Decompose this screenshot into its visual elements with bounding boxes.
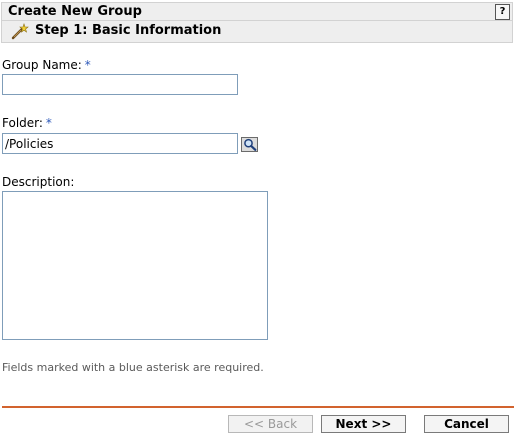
- folder-required-marker: *: [45, 116, 52, 130]
- cancel-button[interactable]: Cancel: [424, 415, 509, 433]
- description-label: Description:: [2, 175, 75, 189]
- folder-label-text: Folder:: [2, 116, 43, 130]
- step-title: Step 1: Basic Information: [35, 23, 222, 38]
- step-header: Step 1: Basic Information: [1, 21, 513, 43]
- group-name-input[interactable]: [2, 74, 238, 95]
- footer-divider: [2, 406, 514, 408]
- folder-input[interactable]: [2, 133, 238, 154]
- group-name-label: Group Name: *: [2, 58, 91, 73]
- folder-label: Folder: *: [2, 116, 52, 131]
- back-button[interactable]: << Back: [228, 415, 313, 433]
- help-button[interactable]: ?: [495, 4, 510, 20]
- required-fields-hint: Fields marked with a blue asterisk are r…: [2, 361, 264, 374]
- next-button[interactable]: Next >>: [321, 415, 406, 433]
- group-name-required-marker: *: [84, 58, 91, 72]
- dialog-title-bar: Create New Group ?: [1, 2, 513, 21]
- dialog-title: Create New Group: [8, 4, 142, 19]
- wand-icon: [11, 23, 29, 40]
- magnifier-icon: [244, 138, 257, 151]
- group-name-label-text: Group Name:: [2, 58, 82, 72]
- folder-browse-button[interactable]: [241, 137, 258, 152]
- description-textarea[interactable]: [2, 191, 268, 340]
